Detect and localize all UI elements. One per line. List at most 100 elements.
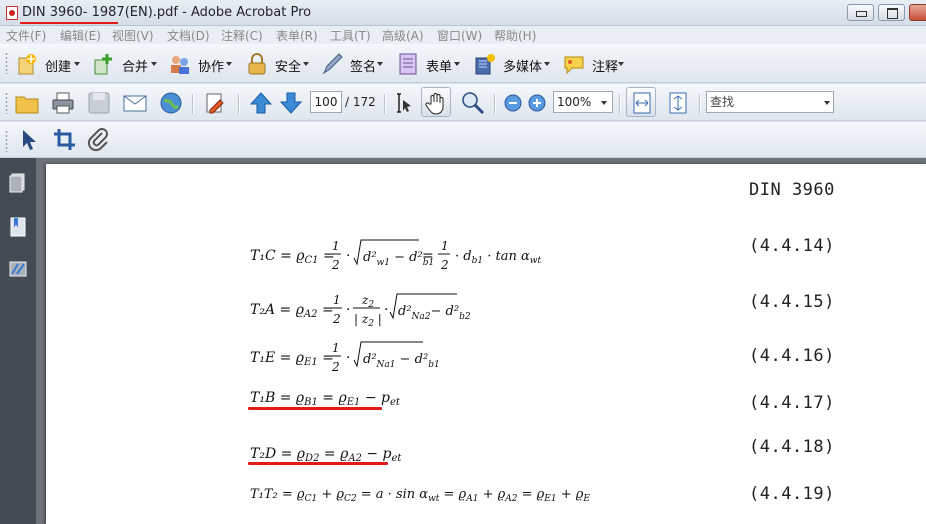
collaborate-icon [171, 56, 189, 74]
crop-icon[interactable] [52, 127, 78, 153]
tasks-toolbar: 创建 合并 协作 安全 签名 表单 多媒体 注释 [0, 44, 926, 83]
chevron-down-icon [618, 62, 624, 66]
menu-forms[interactable]: 表单(R) [276, 27, 318, 44]
menu-window[interactable]: 窗口(W) [437, 27, 482, 44]
menu-edit[interactable]: 编辑(E) [60, 27, 101, 44]
collaborate-button[interactable]: 协作 [168, 52, 234, 76]
svg-text:1: 1 [333, 293, 341, 307]
equation-formula: T₂A = ϱA2 = 1 2 · z2 | z2 | · d²Na2− d²b… [250, 293, 471, 329]
email-icon[interactable] [122, 90, 148, 116]
toolbar-separator [494, 94, 495, 114]
minimize-button[interactable] [847, 4, 874, 21]
menu-file[interactable]: 文件(F) [6, 27, 46, 44]
equation-4-4-19: T₁T₂ = ϱC1 + ϱC2 = a · sin αwt = ϱA1 + ϱ… [250, 480, 599, 514]
find-search-input[interactable]: 查找 [706, 91, 834, 113]
open-folder-icon[interactable] [14, 90, 40, 116]
menu-view[interactable]: 视图(V) [112, 27, 154, 44]
svg-text:T₂A = ϱA2 =: T₂A = ϱA2 = [250, 302, 334, 320]
red-annotation-underline [248, 407, 382, 410]
create-pdf-icon [18, 54, 36, 75]
svg-text:d²Na2− d²b2: d²Na2− d²b2 [398, 304, 471, 322]
svg-text:d²Na1 − d²b1: d²Na1 − d²b1 [363, 352, 440, 370]
equation-4-4-17: T₁B = ϱB1 = ϱE1 − pet [250, 384, 550, 418]
hand-tool-button[interactable] [421, 87, 451, 117]
combine-files-icon [94, 54, 112, 75]
menu-help[interactable]: 帮助(H) [494, 27, 536, 44]
comment-button[interactable]: 注释 [562, 52, 628, 76]
equation-4-4-18: T₂D = ϱD2 = ϱA2 − pet [250, 440, 550, 474]
equation-4-4-14: T₁C = ϱC1 = 1 2 · d²w1 − d²b1 = 1 2 · db… [250, 236, 550, 280]
chevron-down-icon [454, 62, 460, 66]
create-button[interactable]: 创建 [15, 52, 81, 76]
equation-formula: T₁T₂ = ϱC1 + ϱC2 = a · sin αwt = ϱA1 + ϱ… [250, 487, 599, 504]
form-icon [399, 53, 417, 75]
toolbar-grip[interactable] [5, 52, 8, 74]
svg-text:·: · [346, 302, 350, 318]
acrobat-pdf-icon [6, 6, 18, 20]
hand-icon [425, 93, 444, 115]
multimedia-button[interactable]: 多媒体 [473, 52, 553, 76]
secure-button[interactable]: 安全 [245, 52, 311, 76]
menu-advanced[interactable]: 高级(A) [382, 27, 424, 44]
equation-number: (4.4.18) [749, 437, 835, 457]
menu-bar: 文件(F) 编辑(E) 视图(V) 文档(D) 注释(C) 表单(R) 工具(T… [0, 26, 926, 44]
window-title: DIN 3960- 1987(EN).pdf - Adobe Acrobat P… [22, 5, 312, 20]
svg-text:T₁E = ϱE1 =: T₁E = ϱE1 = [250, 350, 334, 368]
zoom-out-icon[interactable] [500, 90, 526, 116]
title-red-underline [20, 22, 118, 24]
combine-button[interactable]: 合并 [92, 52, 158, 76]
marquee-zoom-icon[interactable] [460, 90, 486, 116]
maximize-button[interactable] [878, 4, 905, 21]
signatures-panel-icon[interactable] [8, 258, 28, 280]
lock-icon [248, 53, 266, 75]
chevron-down-icon [544, 62, 550, 66]
equation-number: (4.4.17) [749, 393, 835, 413]
toolbar-separator [238, 94, 239, 114]
select-arrow-icon[interactable] [16, 127, 42, 153]
comment-icon [564, 56, 584, 75]
fit-page-icon[interactable] [665, 90, 691, 116]
svg-text:·: · [384, 302, 388, 318]
toolbar-separator [384, 94, 385, 114]
toolbar-grip[interactable] [5, 130, 8, 152]
menu-document[interactable]: 文档(D) [167, 27, 210, 44]
svg-text:1: 1 [441, 239, 449, 253]
menu-comments[interactable]: 注释(C) [221, 27, 263, 44]
equation-number: (4.4.14) [749, 236, 835, 256]
multimedia-icon [475, 54, 495, 75]
close-button[interactable] [909, 4, 926, 21]
print-icon[interactable] [50, 90, 76, 116]
page-count: / 172 [345, 95, 376, 109]
zoom-in-icon[interactable] [524, 90, 550, 116]
attachment-paperclip-icon[interactable] [86, 127, 112, 153]
chevron-down-icon [226, 62, 232, 66]
page-number-input[interactable]: 100 [310, 91, 342, 113]
toolbar-separator [192, 94, 193, 114]
chevron-down-icon[interactable] [824, 101, 830, 105]
bookmarks-panel-icon[interactable] [8, 216, 28, 238]
toolbar-grip[interactable] [5, 92, 8, 114]
equation-formula: T₁C = ϱC1 = 1 2 · d²w1 − d²b1 = 1 2 · db… [250, 239, 541, 272]
svg-text:z2: z2 [361, 293, 374, 310]
equation-number: (4.4.16) [749, 346, 835, 366]
forms-button[interactable]: 表单 [396, 52, 462, 76]
text-select-cursor-icon[interactable] [390, 90, 416, 116]
save-disk-icon[interactable] [86, 90, 112, 116]
svg-text:T₁T₂ = ϱC1 + ϱC2 = a · sin αwt: T₁T₂ = ϱC1 + ϱC2 = a · sin αwt = ϱA1 + ϱ… [250, 487, 590, 504]
svg-text:·: · [346, 350, 350, 366]
web-globe-icon[interactable] [158, 90, 184, 116]
fit-width-button[interactable] [626, 87, 656, 117]
edit-document-icon[interactable] [202, 90, 228, 116]
pages-panel-icon[interactable] [8, 172, 28, 194]
toolbar-separator [699, 94, 700, 114]
svg-text:1: 1 [332, 239, 340, 253]
chevron-down-icon[interactable] [601, 101, 607, 105]
arrow-up-icon[interactable] [248, 90, 274, 116]
svg-text:1: 1 [332, 341, 340, 355]
equation-number: (4.4.19) [749, 484, 835, 504]
arrow-down-icon[interactable] [278, 90, 304, 116]
sign-button[interactable]: 签名 [320, 52, 386, 76]
menu-tools[interactable]: 工具(T) [330, 27, 371, 44]
svg-text:=: = [422, 248, 434, 264]
chevron-down-icon [303, 62, 309, 66]
